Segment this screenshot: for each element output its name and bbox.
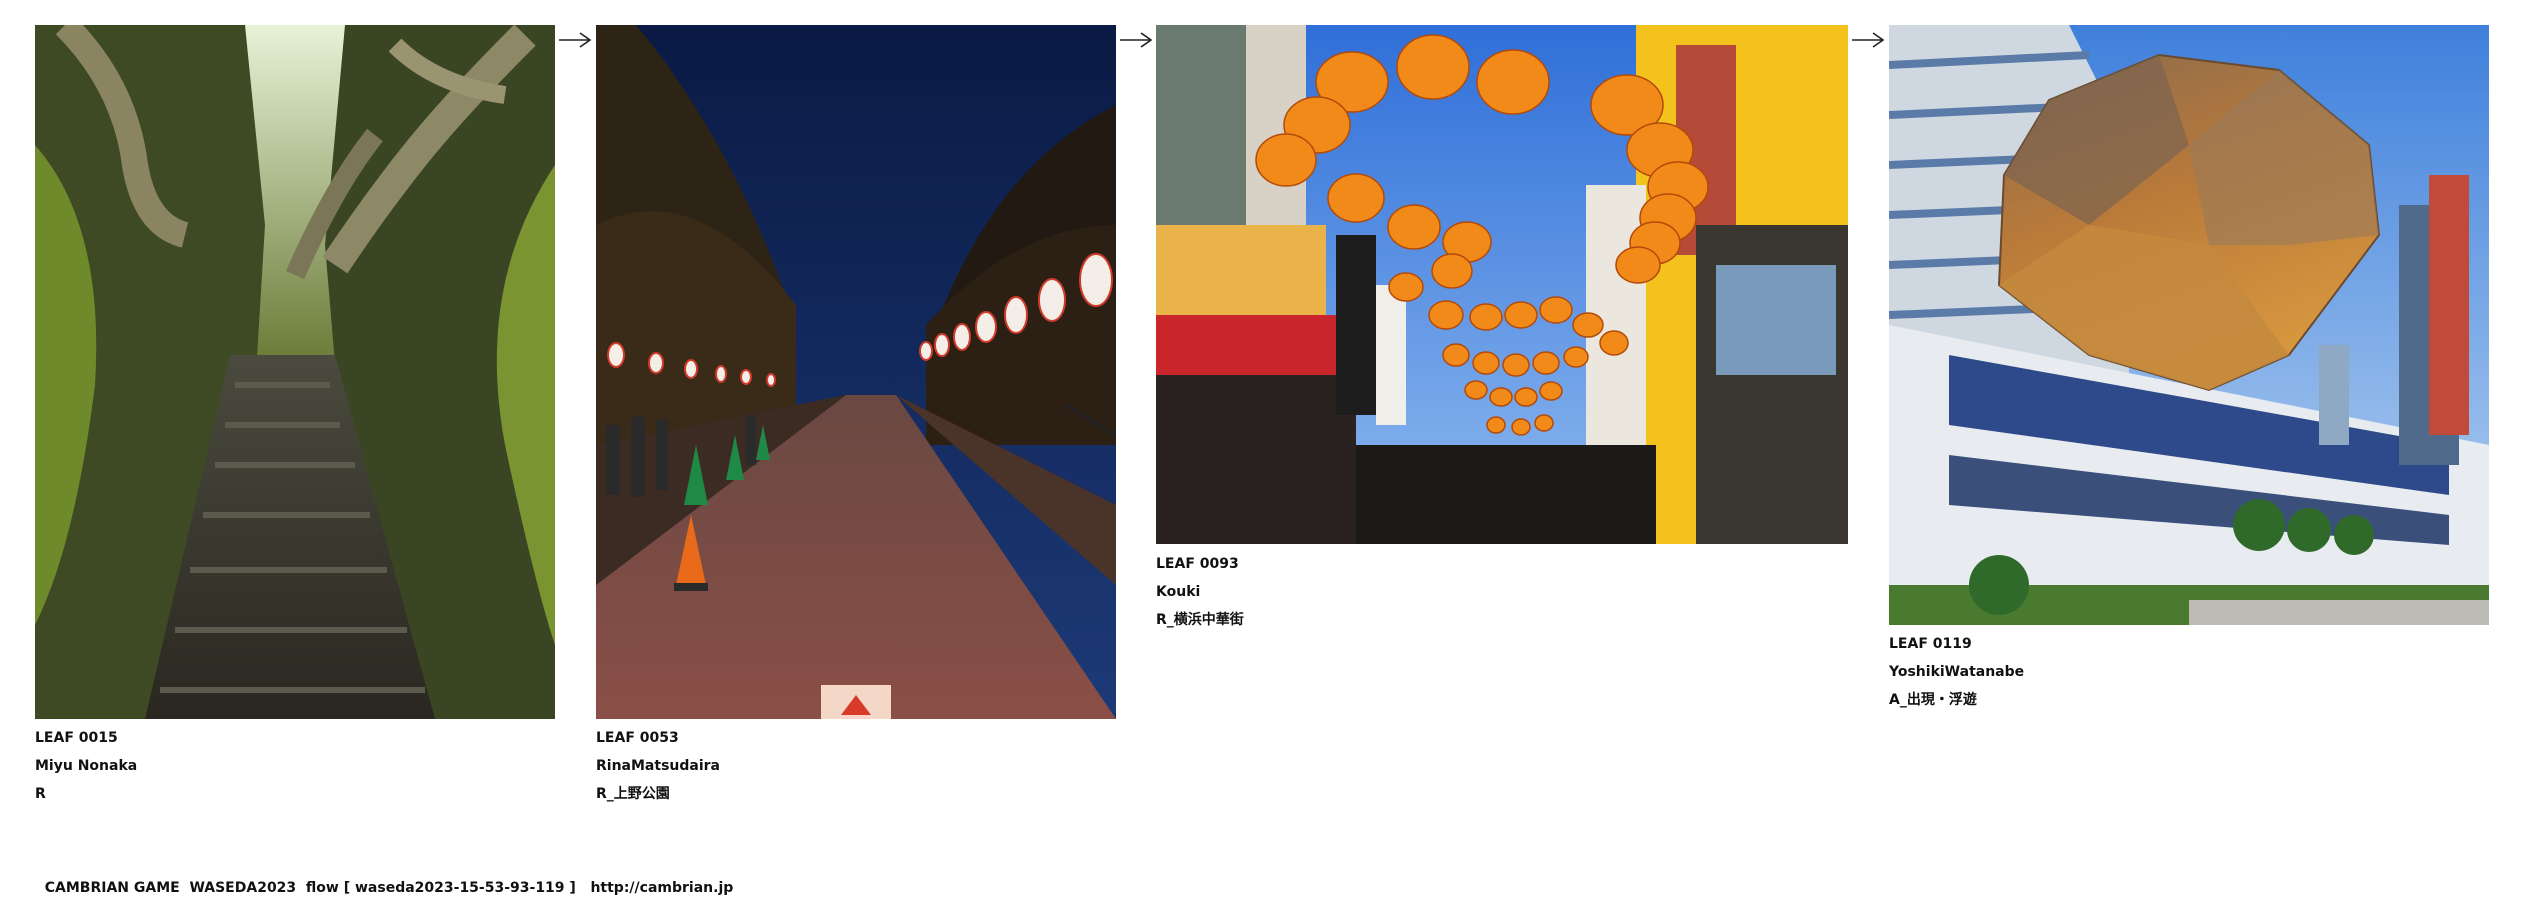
right-arrow-icon: [1119, 30, 1153, 50]
photo-leaf-0015[interactable]: [35, 25, 555, 719]
photo-leaf-0053[interactable]: [596, 25, 1116, 719]
leaf-id: LEAF 0053: [596, 730, 679, 746]
footer: CAMBRIAN GAME WASEDA2023 flow [ waseda20…: [35, 864, 734, 896]
author-name: RinaMatsudaira: [596, 758, 720, 774]
leaf-tag: A_出現・浮遊: [1889, 692, 1977, 708]
stone-stairs-forest-image: [35, 25, 555, 719]
footer-link[interactable]: http://cambrian.jp: [590, 880, 733, 896]
photo-leaf-0119[interactable]: [1889, 25, 2489, 625]
chinatown-lanterns-image: [1156, 25, 1848, 544]
caption-leaf-0119: LEAF 0119 YoshikiWatanabe A_出現・浮遊: [1889, 630, 2024, 714]
floating-rock-building-image: [1889, 25, 2489, 625]
author-name: YoshikiWatanabe: [1889, 664, 2025, 680]
author-name: Kouki: [1156, 584, 1201, 600]
lantern-park-night-image: [596, 25, 1116, 719]
leaf-tag: R_横浜中華街: [1156, 612, 1244, 628]
leaf-tag: R_上野公園: [596, 786, 670, 802]
right-arrow-icon: [1851, 30, 1885, 50]
leaf-tag: R: [35, 786, 46, 802]
leaf-id: LEAF 0093: [1156, 556, 1239, 572]
caption-leaf-0015: LEAF 0015 Miyu Nonaka R: [35, 724, 137, 808]
caption-leaf-0053: LEAF 0053 RinaMatsudaira R_上野公園: [596, 724, 720, 808]
author-name: Miyu Nonaka: [35, 758, 138, 774]
footer-flow-text: CAMBRIAN GAME WASEDA2023 flow [ waseda20…: [44, 880, 576, 896]
leaf-id: LEAF 0119: [1889, 636, 1972, 652]
caption-leaf-0093: LEAF 0093 Kouki R_横浜中華街: [1156, 550, 1244, 634]
right-arrow-icon: [558, 30, 592, 50]
leaf-id: LEAF 0015: [35, 730, 118, 746]
photo-leaf-0093[interactable]: [1156, 25, 1848, 544]
